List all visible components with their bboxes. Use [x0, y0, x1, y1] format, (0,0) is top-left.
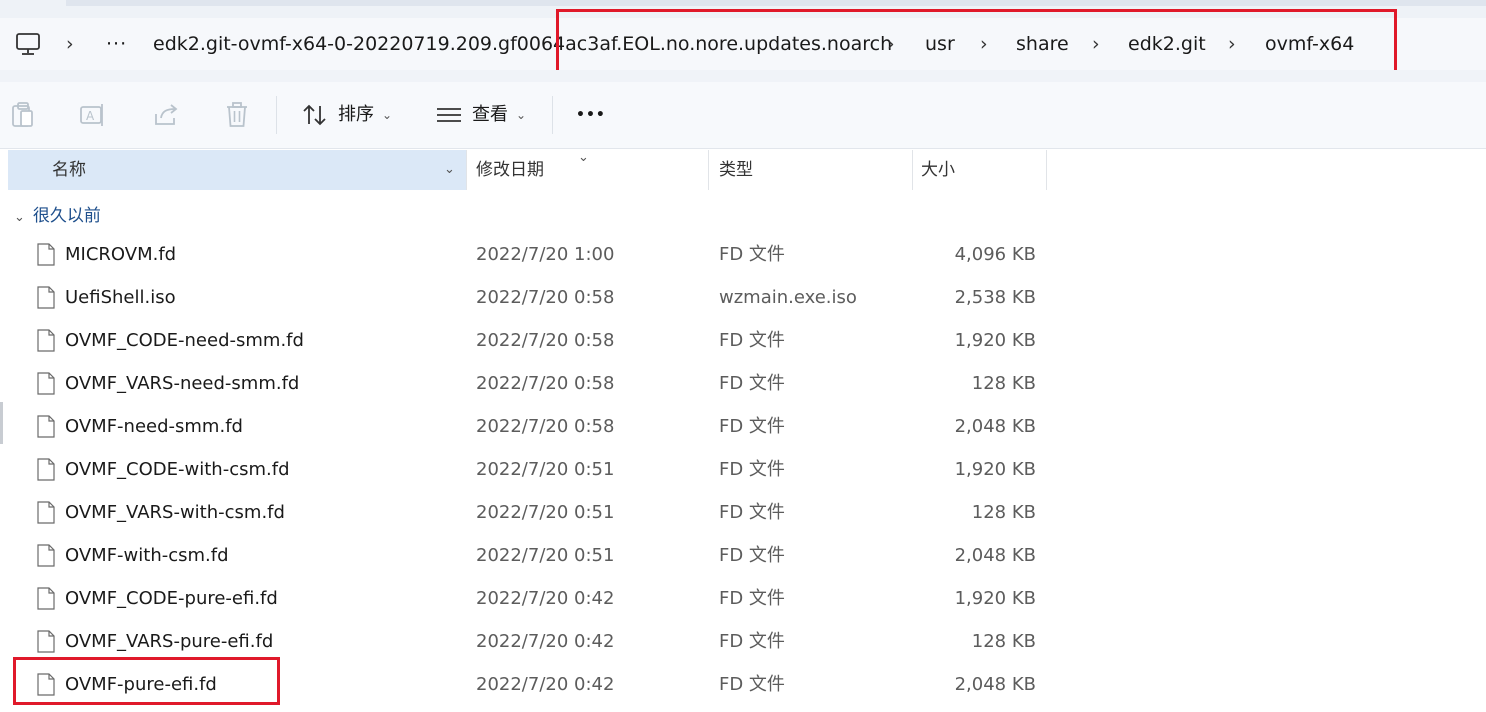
file-name[interactable]: OVMF_CODE-pure-efi.fd [65, 577, 278, 620]
annotation-highlight-file [13, 657, 280, 705]
view-label: 查看 [472, 104, 508, 125]
command-bar: A 排序 ⌄ 查看 ⌄ ••• [0, 82, 1486, 149]
chevron-down-icon: ⌄ [382, 108, 393, 122]
chevron-down-icon: ⌄ [516, 108, 527, 122]
file-row[interactable]: OVMF_CODE-pure-efi.fd 2022/7/20 0:42 FD 文件… [0, 577, 1486, 620]
column-header-row: 名称 ⌄ 修改日期 ⌄ 类型 大小 [0, 150, 1486, 190]
file-size: 2,538 KB [954, 287, 1036, 308]
file-row[interactable]: OVMF_VARS-need-smm.fd 2022/7/20 0:58 FD 文件… [0, 362, 1486, 405]
file-row[interactable]: OVMF_VARS-with-csm.fd 2022/7/20 0:51 FD 文件… [0, 491, 1486, 534]
file-icon [37, 243, 55, 266]
computer-icon[interactable] [14, 31, 42, 57]
file-modified-date: 2022/7/20 1:00 [476, 244, 615, 265]
group-label: 很久以前 [32, 206, 101, 226]
chevron-right-icon[interactable]: › [66, 18, 74, 70]
sort-descending-icon: ⌄ [578, 150, 589, 165]
file-modified-date: 2022/7/20 0:42 [476, 588, 615, 609]
file-icon [37, 458, 55, 481]
column-header-type[interactable]: 类型 [708, 150, 912, 190]
sort-icon [300, 100, 330, 130]
file-modified-date: 2022/7/20 0:51 [476, 545, 615, 566]
chevron-down-icon[interactable]: ⌄ [14, 210, 25, 225]
file-modified-date: 2022/7/20 0:58 [476, 373, 615, 394]
delete-icon[interactable] [222, 100, 252, 130]
file-row[interactable]: OVMF-with-csm.fd 2022/7/20 0:51 FD 文件 2,048… [0, 534, 1486, 577]
file-type: FD 文件 [719, 631, 785, 652]
file-size: 1,920 KB [954, 459, 1036, 480]
file-row[interactable]: OVMF_CODE-with-csm.fd 2022/7/20 0:51 FD 文件… [0, 448, 1486, 491]
file-name[interactable]: OVMF_VARS-need-smm.fd [65, 362, 299, 405]
view-list-icon [434, 100, 464, 130]
file-modified-date: 2022/7/20 0:42 [476, 674, 615, 695]
column-header-date-label: 修改日期 [476, 160, 544, 180]
file-type: FD 文件 [719, 502, 785, 523]
file-size: 128 KB [971, 631, 1036, 652]
file-icon [37, 286, 55, 309]
file-modified-date: 2022/7/20 0:51 [476, 502, 615, 523]
column-header-type-label: 类型 [719, 160, 753, 180]
paste-icon[interactable] [8, 100, 38, 130]
file-icon [37, 329, 55, 352]
column-header-date[interactable]: 修改日期 ⌄ [466, 150, 708, 190]
file-name[interactable]: MICROVM.fd [65, 233, 176, 276]
file-row[interactable]: MICROVM.fd 2022/7/20 1:00 FD 文件 4,096 KB [0, 233, 1486, 276]
view-button[interactable]: 查看 ⌄ [432, 82, 542, 148]
column-separator[interactable] [1046, 150, 1047, 190]
file-type: FD 文件 [719, 416, 785, 437]
file-name[interactable]: OVMF_CODE-need-smm.fd [65, 319, 304, 362]
file-icon [37, 501, 55, 524]
file-type: FD 文件 [719, 545, 785, 566]
column-header-name-label: 名称 [52, 160, 86, 180]
column-header-size-label: 大小 [921, 160, 955, 180]
file-icon [37, 630, 55, 653]
file-type: FD 文件 [719, 674, 785, 695]
file-modified-date: 2022/7/20 0:58 [476, 287, 615, 308]
file-size: 4,096 KB [954, 244, 1036, 265]
file-type: FD 文件 [719, 588, 785, 609]
file-type: FD 文件 [719, 459, 785, 480]
toolbar-divider [276, 96, 277, 134]
file-size: 2,048 KB [954, 545, 1036, 566]
file-size: 2,048 KB [954, 416, 1036, 437]
toolbar-divider [552, 96, 553, 134]
file-size: 1,920 KB [954, 588, 1036, 609]
file-type: FD 文件 [719, 330, 785, 351]
group-header[interactable]: ⌄ 很久以前 [14, 200, 101, 232]
title-bar-edge [66, 0, 1486, 6]
file-size: 128 KB [971, 502, 1036, 523]
file-name[interactable]: UefiShell.iso [65, 276, 176, 319]
file-icon [37, 544, 55, 567]
column-header-name[interactable]: 名称 ⌄ [8, 150, 466, 190]
sort-label: 排序 [338, 104, 374, 125]
file-name[interactable]: OVMF_CODE-with-csm.fd [65, 448, 290, 491]
file-modified-date: 2022/7/20 0:51 [476, 459, 615, 480]
svg-text:A: A [86, 109, 95, 123]
file-icon [37, 415, 55, 438]
file-type: wzmain.exe.iso [719, 287, 857, 308]
file-size: 2,048 KB [954, 674, 1036, 695]
file-icon [37, 587, 55, 610]
column-header-size[interactable]: 大小 [912, 150, 1046, 190]
share-icon[interactable] [151, 100, 181, 130]
file-name[interactable]: OVMF_VARS-with-csm.fd [65, 491, 285, 534]
file-name[interactable]: OVMF-with-csm.fd [65, 534, 229, 577]
file-row[interactable]: UefiShell.iso 2022/7/20 0:58 wzmain.exe.is… [0, 276, 1486, 319]
file-modified-date: 2022/7/20 0:58 [476, 416, 615, 437]
file-type: FD 文件 [719, 244, 785, 265]
file-size: 128 KB [971, 373, 1036, 394]
rename-icon[interactable]: A [78, 100, 108, 130]
file-modified-date: 2022/7/20 0:42 [476, 631, 615, 652]
address-separator [0, 70, 1486, 82]
sort-button[interactable]: 排序 ⌄ [298, 82, 404, 148]
file-icon [37, 372, 55, 395]
breadcrumb-more-button[interactable]: ··· [106, 18, 127, 70]
column-dropdown-icon[interactable]: ⌄ [444, 150, 455, 190]
file-name[interactable]: OVMF-need-smm.fd [65, 405, 243, 448]
file-row[interactable]: OVMF_CODE-need-smm.fd 2022/7/20 0:58 FD 文件… [0, 319, 1486, 362]
file-type: FD 文件 [719, 373, 785, 394]
file-row[interactable]: OVMF-need-smm.fd 2022/7/20 0:58 FD 文件 2,048… [0, 405, 1486, 448]
file-size: 1,920 KB [954, 330, 1036, 351]
file-modified-date: 2022/7/20 0:58 [476, 330, 615, 351]
